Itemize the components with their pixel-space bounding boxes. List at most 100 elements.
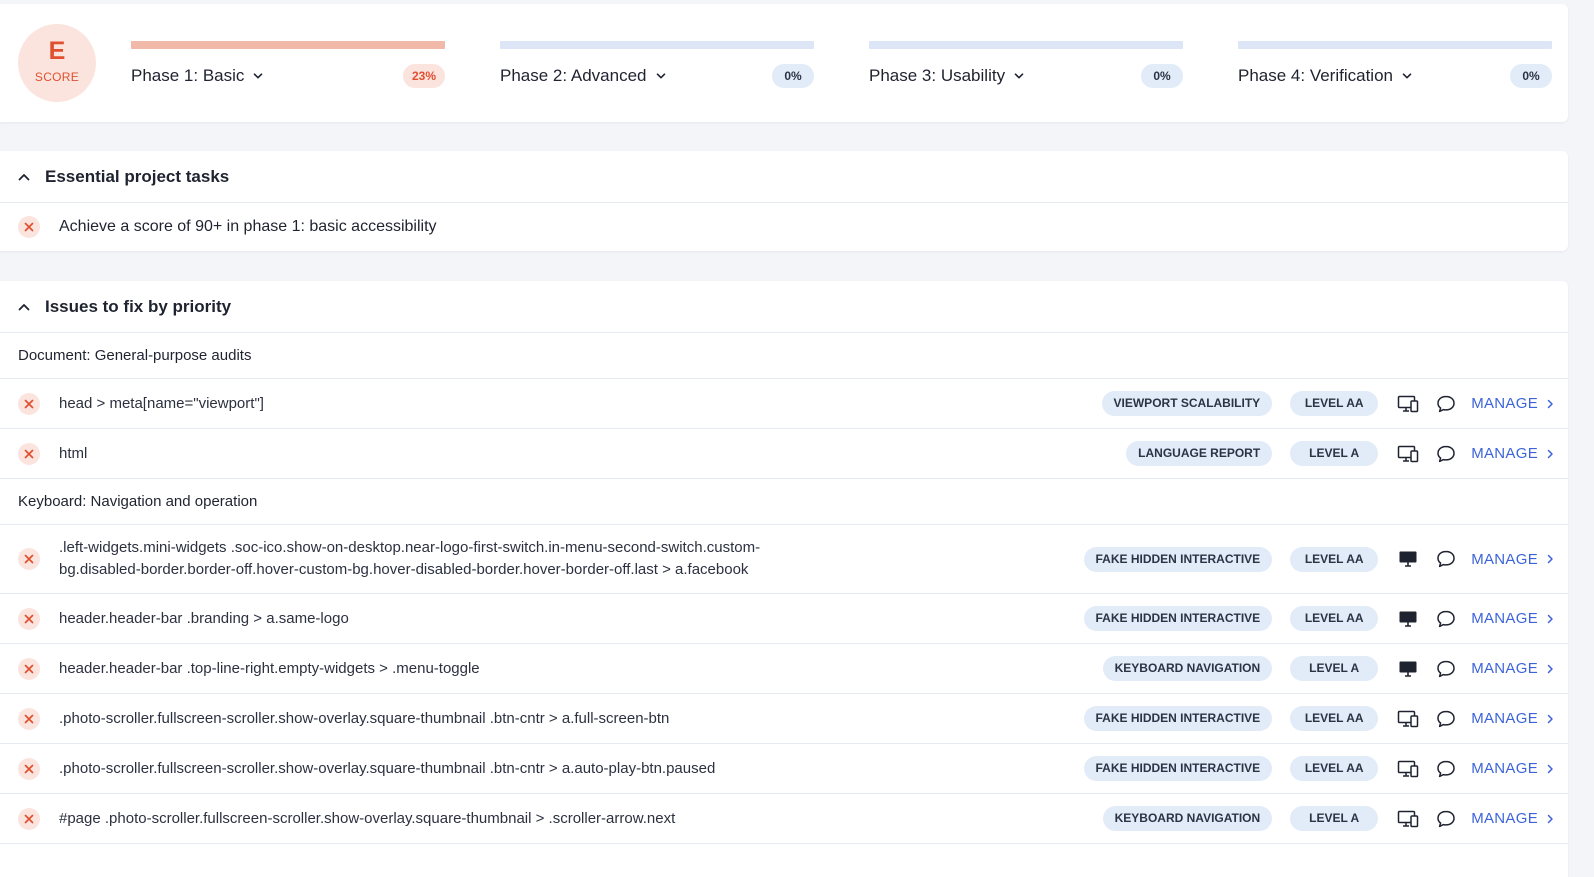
issues-header[interactable]: Issues to fix by priority xyxy=(0,281,1568,333)
phase-3: Phase 3: Usability 0% xyxy=(869,41,1183,101)
comment-icon[interactable] xyxy=(1435,708,1457,730)
comment-icon[interactable] xyxy=(1435,548,1457,570)
failed-icon xyxy=(18,657,40,680)
issue-category-tag[interactable]: FAKE HIDDEN INTERACTIVE xyxy=(1083,606,1273,631)
section-title: Issues to fix by priority xyxy=(45,296,232,316)
score-label: SCORE xyxy=(34,70,80,84)
chevron-down-icon xyxy=(254,73,263,79)
issue-row: header.header-bar .branding > a.same-log… xyxy=(0,594,1568,644)
desktop-mobile-icon[interactable] xyxy=(1397,708,1419,730)
failed-icon xyxy=(18,216,40,238)
issue-actions: FAKE HIDDEN INTERACTIVE LEVEL AA MANAGE xyxy=(1083,594,1569,643)
manage-label: MANAGE xyxy=(1471,810,1538,827)
essential-tasks-header[interactable]: Essential project tasks xyxy=(0,151,1568,203)
manage-link[interactable]: MANAGE xyxy=(1471,760,1568,777)
issue-row: .left-widgets.mini-widgets .soc-ico.show… xyxy=(0,525,1568,594)
issue-level-tag[interactable]: LEVEL A xyxy=(1290,441,1379,466)
phase-progress-bar xyxy=(869,41,1183,49)
issue-level-tag[interactable]: LEVEL AA xyxy=(1290,706,1379,731)
desktop-mobile-icon[interactable] xyxy=(1397,808,1419,830)
chevron-up-icon xyxy=(18,173,30,180)
desktop-icon[interactable] xyxy=(1397,608,1419,630)
desktop-mobile-icon[interactable] xyxy=(1397,758,1419,780)
manage-link[interactable]: MANAGE xyxy=(1471,610,1568,627)
comment-icon[interactable] xyxy=(1435,443,1457,465)
issue-category-tag[interactable]: FAKE HIDDEN INTERACTIVE xyxy=(1083,756,1273,781)
phase-title: Phase 3: Usability xyxy=(869,66,1006,85)
issues-list: Document: General-purpose audits head > m… xyxy=(0,333,1568,844)
issue-category-tag[interactable]: VIEWPORT SCALABILITY xyxy=(1101,391,1273,416)
failed-icon xyxy=(18,442,40,465)
phase-dropdown[interactable]: Phase 2: Advanced xyxy=(500,66,667,86)
manage-label: MANAGE xyxy=(1471,395,1538,412)
desktop-mobile-icon[interactable] xyxy=(1397,393,1419,415)
manage-label: MANAGE xyxy=(1471,610,1538,627)
failed-icon xyxy=(18,548,40,570)
phase-dropdown[interactable]: Phase 1: Basic xyxy=(131,66,264,86)
issue-row: header.header-bar .top-line-right.empty-… xyxy=(0,644,1568,694)
issue-selector: header.header-bar .top-line-right.empty-… xyxy=(59,659,480,677)
score-letter: E xyxy=(48,37,66,65)
phase-percent-badge: 0% xyxy=(772,64,814,88)
failed-icon xyxy=(18,607,40,630)
issue-category-tag[interactable]: FAKE HIDDEN INTERACTIVE xyxy=(1083,706,1273,731)
issue-actions: FAKE HIDDEN INTERACTIVE LEVEL AA MANAGE xyxy=(1083,694,1569,743)
comment-icon[interactable] xyxy=(1435,808,1457,830)
chevron-down-icon xyxy=(656,73,665,79)
issue-actions: FAKE HIDDEN INTERACTIVE LEVEL AA MANAGE xyxy=(1083,525,1569,593)
issue-level-tag[interactable]: LEVEL AA xyxy=(1290,606,1379,631)
issue-selector: header.header-bar .branding > a.same-log… xyxy=(59,609,349,627)
phase-progress-bar xyxy=(131,41,445,49)
chevron-down-icon xyxy=(1014,73,1024,79)
phase-progress-bar xyxy=(1238,41,1552,49)
chevron-right-icon xyxy=(1547,664,1553,673)
issue-selector: .left-widgets.mini-widgets .soc-ico.show… xyxy=(59,539,761,578)
chevron-right-icon xyxy=(1547,814,1553,823)
essential-tasks-section: Essential project tasks Achieve a score … xyxy=(0,151,1568,251)
issue-level-tag[interactable]: LEVEL AA xyxy=(1290,391,1379,416)
comment-icon[interactable] xyxy=(1435,393,1457,415)
issue-category-tag[interactable]: FAKE HIDDEN INTERACTIVE xyxy=(1083,546,1273,572)
issue-category-tag[interactable]: KEYBOARD NAVIGATION xyxy=(1102,806,1273,831)
chevron-right-icon xyxy=(1547,399,1553,408)
issue-level-tag[interactable]: LEVEL AA xyxy=(1290,756,1379,781)
issue-level-tag[interactable]: LEVEL AA xyxy=(1290,546,1379,572)
issue-actions: FAKE HIDDEN INTERACTIVE LEVEL AA MANAGE xyxy=(1083,744,1569,793)
phase-title: Phase 4: Verification xyxy=(1238,66,1393,85)
issues-section: Issues to fix by priority Document: Gene… xyxy=(0,281,1568,877)
manage-link[interactable]: MANAGE xyxy=(1471,445,1568,462)
chevron-right-icon xyxy=(1547,764,1553,773)
issue-category-tag[interactable]: KEYBOARD NAVIGATION xyxy=(1102,656,1273,681)
phase-title: Phase 2: Advanced xyxy=(500,66,647,85)
issue-level-tag[interactable]: LEVEL A xyxy=(1290,656,1379,681)
comment-icon[interactable] xyxy=(1435,658,1457,680)
issue-selector: .photo-scroller.fullscreen-scroller.show… xyxy=(59,709,670,727)
issue-category-tag[interactable]: LANGUAGE REPORT xyxy=(1126,441,1273,466)
manage-link[interactable]: MANAGE xyxy=(1471,710,1568,727)
manage-link[interactable]: MANAGE xyxy=(1471,810,1568,827)
issue-actions: VIEWPORT SCALABILITY LEVEL AA MANAGE xyxy=(1101,379,1568,428)
issue-row: head > meta[name="viewport"] VIEWPORT SCA… xyxy=(0,379,1568,429)
desktop-icon[interactable] xyxy=(1397,658,1419,680)
desktop-mobile-icon[interactable] xyxy=(1397,443,1419,465)
issue-row: .photo-scroller.fullscreen-scroller.show… xyxy=(0,694,1568,744)
manage-link[interactable]: MANAGE xyxy=(1471,395,1568,412)
phase-percent-badge: 23% xyxy=(402,64,445,88)
phase-dropdown[interactable]: Phase 4: Verification xyxy=(1238,66,1413,86)
issue-actions: KEYBOARD NAVIGATION LEVEL A MANAGE xyxy=(1102,644,1568,693)
chevron-down-icon xyxy=(1402,73,1412,79)
comment-icon[interactable] xyxy=(1435,608,1457,630)
issue-selector: .photo-scroller.fullscreen-scroller.show… xyxy=(59,759,716,777)
comment-icon[interactable] xyxy=(1435,758,1457,780)
desktop-icon[interactable] xyxy=(1397,548,1419,570)
issue-level-tag[interactable]: LEVEL A xyxy=(1290,806,1379,831)
manage-link[interactable]: MANAGE xyxy=(1471,551,1568,568)
manage-link[interactable]: MANAGE xyxy=(1471,660,1568,677)
phase-1: Phase 1: Basic 23% xyxy=(131,41,445,101)
issue-row: #page .photo-scroller.fullscreen-scrolle… xyxy=(0,794,1568,844)
phase-dropdown[interactable]: Phase 3: Usability xyxy=(869,66,1025,86)
phase-percent-badge: 0% xyxy=(1141,64,1183,88)
failed-icon xyxy=(18,757,40,780)
chevron-right-icon xyxy=(1547,554,1553,564)
task-text: Achieve a score of 90+ in phase 1: basic… xyxy=(59,218,437,235)
